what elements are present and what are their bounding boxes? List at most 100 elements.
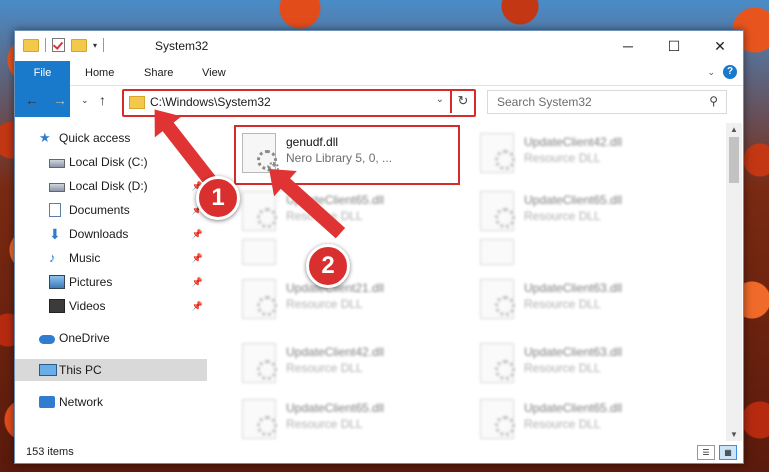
dll-file-icon	[242, 239, 276, 265]
folder-icon	[129, 96, 145, 109]
star-icon: ★	[39, 130, 51, 145]
file-item-placeholder[interactable]	[474, 233, 696, 265]
step-badge-1: 1	[196, 176, 240, 220]
dll-file-icon	[480, 239, 514, 265]
quick-access-toolbar: ▾	[23, 38, 105, 52]
sidebar-item-onedrive[interactable]: OneDrive	[15, 327, 207, 349]
customize-toolbar-dropdown-icon[interactable]: ▾	[93, 41, 97, 50]
help-icon[interactable]: ?	[723, 65, 737, 79]
search-box[interactable]: Search System32 ⚲	[487, 90, 727, 114]
dll-file-icon	[242, 343, 277, 383]
scroll-up-icon[interactable]: ▲	[730, 125, 738, 134]
file-item[interactable]: UpdateClient65.dll Resource DLL	[236, 393, 458, 441]
navigation-bar: ← → ⌄ ↑ C:\Windows\System32 ⌄ ↻ Search S…	[15, 86, 743, 118]
file-name: UpdateClient42.dll	[524, 135, 623, 149]
file-name: UpdateClient63.dll	[524, 345, 623, 359]
tab-home[interactable]: Home	[71, 61, 128, 85]
sidebar-item-label: Local Disk (D:)	[69, 179, 148, 193]
sidebar-item-music[interactable]: ♪ Music 📌	[15, 247, 207, 269]
sidebar-item-label: This PC	[59, 363, 102, 377]
step-badge-2: 2	[306, 244, 350, 288]
file-item[interactable]: UpdateClient63.dll Resource DLL	[474, 273, 696, 329]
folder-icon	[23, 38, 39, 52]
sidebar-item-local-disk-c[interactable]: Local Disk (C:) 📌	[15, 151, 207, 173]
divider	[45, 38, 46, 52]
item-count: 153 items	[26, 446, 74, 458]
file-description: Resource DLL	[524, 151, 601, 165]
search-input[interactable]: Search System32	[497, 95, 592, 109]
large-icons-view-icon[interactable]: ▦	[719, 445, 737, 460]
dll-file-icon	[242, 279, 277, 319]
tab-share[interactable]: Share	[130, 61, 187, 85]
pin-icon[interactable]: 📌	[192, 229, 203, 240]
sidebar-item-documents[interactable]: Documents 📌	[15, 199, 207, 221]
pin-icon[interactable]: 📌	[192, 301, 203, 312]
details-view-icon[interactable]: ☰	[697, 445, 715, 460]
dll-file-icon	[480, 343, 515, 383]
sidebar-item-label: Network	[59, 395, 104, 409]
sidebar-item-label: Pictures	[69, 275, 113, 289]
scroll-down-icon[interactable]: ▼	[730, 430, 738, 439]
dll-file-icon	[480, 191, 515, 231]
maximize-button[interactable]: ☐	[651, 31, 697, 61]
file-item[interactable]: UpdateClient21.dll Resource DLL	[236, 273, 458, 329]
address-dropdown-icon[interactable]: ⌄	[436, 94, 444, 105]
drive-icon	[49, 159, 65, 168]
close-button[interactable]: ✕	[697, 31, 743, 61]
recent-locations-icon[interactable]: ⌄	[81, 95, 89, 106]
ribbon-tabs: File Home Share View ⌄ ?	[15, 61, 743, 117]
film-icon	[49, 299, 65, 313]
maximize-icon: ☐	[667, 37, 681, 54]
sidebar-item-label: Documents	[69, 203, 130, 217]
dll-file-icon	[480, 133, 515, 173]
sidebar-item-this-pc[interactable]: This PC	[15, 359, 207, 381]
expand-ribbon-icon[interactable]: ⌄	[707, 67, 715, 78]
file-name: UpdateClient65.dll	[524, 401, 623, 415]
sidebar-item-label: OneDrive	[59, 331, 110, 345]
up-arrow-icon[interactable]: ↑	[99, 92, 106, 108]
file-name: UpdateClient65.dll	[286, 401, 385, 415]
dll-file-icon	[480, 399, 515, 439]
sidebar-item-label: Local Disk (C:)	[69, 155, 148, 169]
sidebar-item-videos[interactable]: Videos 📌	[15, 295, 207, 317]
back-arrow-icon[interactable]: ←	[25, 92, 39, 108]
sidebar-item-downloads[interactable]: ⬇ Downloads 📌	[15, 223, 207, 245]
properties-icon[interactable]	[52, 38, 65, 52]
document-icon	[49, 203, 61, 217]
file-item[interactable]: UpdateClient63.dll Resource DLL	[474, 337, 696, 393]
cloud-icon	[39, 334, 55, 344]
dll-file-icon	[242, 191, 277, 231]
minimize-button[interactable]: ─	[605, 31, 651, 61]
file-description: Nero Library 5, 0, ...	[286, 151, 393, 165]
pin-icon[interactable]: 📌	[192, 253, 203, 264]
file-description: Resource DLL	[286, 297, 363, 311]
scrollbar-thumb[interactable]	[729, 137, 739, 183]
window-title: System32	[155, 39, 209, 53]
view-switcher: ☰ ▦	[697, 445, 737, 460]
file-name: UpdateClient63.dll	[524, 281, 623, 295]
file-item[interactable]: UpdateClient65.dll Resource DLL	[474, 393, 696, 441]
file-name: UpdateClient65.dll	[524, 193, 623, 207]
vertical-scrollbar[interactable]: ▲ ▼	[726, 123, 742, 441]
minimize-icon: ─	[623, 38, 633, 54]
pictures-icon	[49, 275, 65, 289]
network-icon	[39, 396, 55, 408]
file-item[interactable]: UpdateClient42.dll Resource DLL	[474, 127, 696, 183]
sidebar-item-pictures[interactable]: Pictures 📌	[15, 271, 207, 293]
dll-file-icon	[480, 279, 515, 319]
music-note-icon: ♪	[49, 250, 56, 265]
tab-view[interactable]: View	[188, 61, 240, 85]
refresh-icon[interactable]: ↻	[450, 89, 474, 113]
computer-icon	[39, 364, 57, 376]
close-icon: ✕	[714, 37, 726, 54]
file-description: Resource DLL	[286, 417, 363, 431]
file-item[interactable]: UpdateClient42.dll Resource DLL	[236, 337, 458, 393]
pin-icon[interactable]: 📌	[192, 277, 203, 288]
sidebar-item-local-disk-d[interactable]: Local Disk (D:) 📌	[15, 175, 207, 197]
sidebar-item-network[interactable]: Network	[15, 391, 207, 413]
new-folder-icon[interactable]	[71, 38, 87, 52]
window-controls: ─ ☐ ✕	[605, 31, 743, 61]
file-name: genudf.dll	[286, 135, 339, 149]
download-arrow-icon: ⬇	[49, 226, 61, 242]
forward-arrow-icon[interactable]: →	[53, 92, 67, 108]
